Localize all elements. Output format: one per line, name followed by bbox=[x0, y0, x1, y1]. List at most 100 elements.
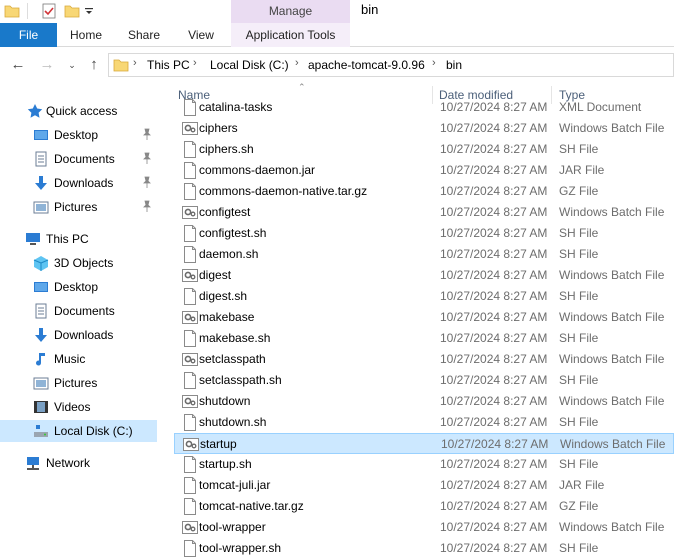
file-date-modified: 10/27/2024 8:27 AM bbox=[440, 184, 548, 198]
nav-local-disk[interactable]: Local Disk (C:) bbox=[0, 420, 157, 442]
customize-toolbar-chevron-icon[interactable] bbox=[84, 3, 94, 19]
file-type: JAR File bbox=[559, 478, 605, 492]
up-arrow-icon[interactable]: ↑ bbox=[84, 55, 104, 75]
nav-pictures-pinned[interactable]: Pictures bbox=[0, 196, 157, 218]
tab-share[interactable]: Share bbox=[121, 23, 167, 47]
nav-item-label: Downloads bbox=[54, 328, 114, 342]
new-folder-icon[interactable] bbox=[64, 3, 80, 19]
back-arrow-icon[interactable]: ← bbox=[8, 55, 28, 75]
pictures-icon bbox=[33, 201, 49, 214]
file-type: SH File bbox=[559, 226, 599, 240]
breadcrumb-local-disk[interactable]: Local Disk (C:) bbox=[210, 58, 289, 72]
file-row[interactable]: catalina-tasks 10/27/2024 8:27 AM XML Docu… bbox=[174, 97, 674, 118]
breadcrumb-this-pc[interactable]: This PC bbox=[147, 58, 190, 72]
file-row[interactable]: digest 10/27/2024 8:27 AM Windows Batch Fi… bbox=[174, 265, 674, 286]
file-name: configtest bbox=[199, 205, 251, 219]
desktop-icon bbox=[34, 282, 48, 292]
file-row[interactable]: startup 10/27/2024 8:27 AM Windows Batch F… bbox=[174, 433, 674, 454]
file-row[interactable]: makebase.sh 10/27/2024 8:27 AM SH File bbox=[174, 328, 674, 349]
file-name: commons-daemon.jar bbox=[199, 163, 316, 177]
nav-3d-objects[interactable]: 3D Objects bbox=[0, 252, 157, 274]
file-row[interactable]: shutdown.sh 10/27/2024 8:27 AM SH File bbox=[174, 412, 674, 433]
nav-downloads[interactable]: Downloads bbox=[0, 324, 157, 346]
file-row[interactable]: startup.sh 10/27/2024 8:27 AM SH File bbox=[174, 454, 674, 475]
nav-quick-access[interactable]: Quick access bbox=[0, 100, 157, 122]
file-date-modified: 10/27/2024 8:27 AM bbox=[440, 457, 548, 471]
file-name: ciphers bbox=[199, 121, 238, 135]
file-icon bbox=[182, 162, 198, 179]
nav-documents-pinned[interactable]: Documents bbox=[0, 148, 157, 170]
file-row[interactable]: commons-daemon-native.tar.gz 10/27/2024 8… bbox=[174, 181, 674, 202]
file-type: Windows Batch File bbox=[559, 352, 665, 366]
properties-check-icon[interactable] bbox=[41, 3, 57, 19]
file-row[interactable]: configtest 10/27/2024 8:27 AM Windows Batc… bbox=[174, 202, 674, 223]
recent-locations-chevron-icon[interactable]: ⌄ bbox=[62, 55, 82, 75]
tab-view[interactable]: View bbox=[178, 23, 224, 47]
nav-item-label: Pictures bbox=[54, 376, 98, 390]
breadcrumb-separator-icon[interactable]: › bbox=[432, 57, 436, 69]
folder-icon[interactable] bbox=[4, 3, 20, 19]
nav-desktop-pinned[interactable]: Desktop bbox=[0, 124, 157, 146]
nav-downloads-pinned[interactable]: Downloads bbox=[0, 172, 157, 194]
file-row[interactable]: ciphers.sh 10/27/2024 8:27 AM SH File bbox=[174, 139, 674, 160]
sort-ascending-icon: ⌃ bbox=[298, 82, 306, 92]
pin-icon[interactable] bbox=[142, 176, 152, 188]
file-date-modified: 10/27/2024 8:27 AM bbox=[440, 268, 548, 282]
nav-network[interactable]: Network bbox=[0, 452, 157, 474]
file-row[interactable]: digest.sh 10/27/2024 8:27 AM SH File bbox=[174, 286, 674, 307]
breadcrumb-apache-tomcat[interactable]: apache-tomcat-9.0.96 bbox=[308, 58, 425, 72]
file-icon bbox=[182, 414, 198, 431]
manage-contextual-tab[interactable]: Manage bbox=[231, 0, 350, 23]
file-row[interactable]: tool-wrapper 10/27/2024 8:27 AM Windows Ba… bbox=[174, 517, 674, 538]
nav-item-label: 3D Objects bbox=[54, 256, 114, 270]
file-name: tomcat-native.tar.gz bbox=[199, 499, 304, 513]
file-row[interactable]: commons-daemon.jar 10/27/2024 8:27 AM JAR … bbox=[174, 160, 674, 181]
tab-file[interactable]: File bbox=[0, 23, 57, 47]
file-row[interactable]: tomcat-native.tar.gz 10/27/2024 8:27 AM GZ… bbox=[174, 496, 674, 517]
pin-icon[interactable] bbox=[142, 128, 152, 140]
nav-documents[interactable]: Documents bbox=[0, 300, 157, 322]
file-row[interactable]: ciphers 10/27/2024 8:27 AM Windows Batch F… bbox=[174, 118, 674, 139]
file-row[interactable]: setclasspath 10/27/2024 8:27 AM Windows Ba… bbox=[174, 349, 674, 370]
tab-home[interactable]: Home bbox=[63, 23, 109, 47]
pin-icon[interactable] bbox=[142, 152, 152, 164]
network-icon bbox=[27, 457, 39, 470]
address-bar[interactable]: › This PC › Local Disk (C:) › apache-tom… bbox=[108, 53, 674, 77]
nav-videos[interactable]: Videos bbox=[0, 396, 157, 418]
music-note-icon bbox=[36, 353, 45, 366]
file-name: startup.sh bbox=[199, 457, 252, 471]
file-row[interactable]: tomcat-juli.jar 10/27/2024 8:27 AM JAR Fil… bbox=[174, 475, 674, 496]
file-row[interactable]: shutdown 10/27/2024 8:27 AM Windows Batch … bbox=[174, 391, 674, 412]
file-name: startup bbox=[200, 437, 237, 451]
file-name: tool-wrapper bbox=[199, 520, 266, 534]
file-date-modified: 10/27/2024 8:27 AM bbox=[440, 415, 548, 429]
breadcrumb-separator-icon[interactable]: › bbox=[295, 57, 299, 69]
breadcrumb-bin[interactable]: bin bbox=[446, 58, 462, 72]
forward-arrow-icon[interactable]: → bbox=[37, 55, 57, 75]
file-type: XML Document bbox=[559, 100, 642, 114]
download-arrow-icon bbox=[35, 328, 47, 342]
file-date-modified: 10/27/2024 8:27 AM bbox=[440, 121, 548, 135]
file-type: Windows Batch File bbox=[559, 268, 665, 282]
batch-file-icon bbox=[182, 267, 198, 284]
file-icon bbox=[182, 540, 198, 557]
tab-application-tools[interactable]: Application Tools bbox=[231, 23, 350, 47]
nav-this-pc[interactable]: This PC bbox=[0, 228, 157, 250]
pin-icon[interactable] bbox=[142, 200, 152, 212]
file-date-modified: 10/27/2024 8:27 AM bbox=[440, 520, 548, 534]
navigation-pane: Quick access Desktop Documents Downloads… bbox=[0, 82, 160, 558]
breadcrumb-separator-icon[interactable]: › bbox=[193, 57, 197, 69]
file-date-modified: 10/27/2024 8:27 AM bbox=[440, 478, 548, 492]
file-date-modified: 10/27/2024 8:27 AM bbox=[440, 205, 548, 219]
file-row[interactable]: configtest.sh 10/27/2024 8:27 AM SH File bbox=[174, 223, 674, 244]
nav-desktop[interactable]: Desktop bbox=[0, 276, 157, 298]
file-row[interactable]: tool-wrapper.sh 10/27/2024 8:27 AM SH File bbox=[174, 538, 674, 558]
breadcrumb-separator-icon[interactable]: › bbox=[133, 57, 137, 69]
file-row[interactable]: daemon.sh 10/27/2024 8:27 AM SH File bbox=[174, 244, 674, 265]
nav-pictures[interactable]: Pictures bbox=[0, 372, 157, 394]
file-row[interactable]: setclasspath.sh 10/27/2024 8:27 AM SH File bbox=[174, 370, 674, 391]
file-name: tomcat-juli.jar bbox=[199, 478, 271, 492]
nav-music[interactable]: Music bbox=[0, 348, 157, 370]
file-type: SH File bbox=[559, 457, 599, 471]
file-row[interactable]: makebase 10/27/2024 8:27 AM Windows Batch … bbox=[174, 307, 674, 328]
